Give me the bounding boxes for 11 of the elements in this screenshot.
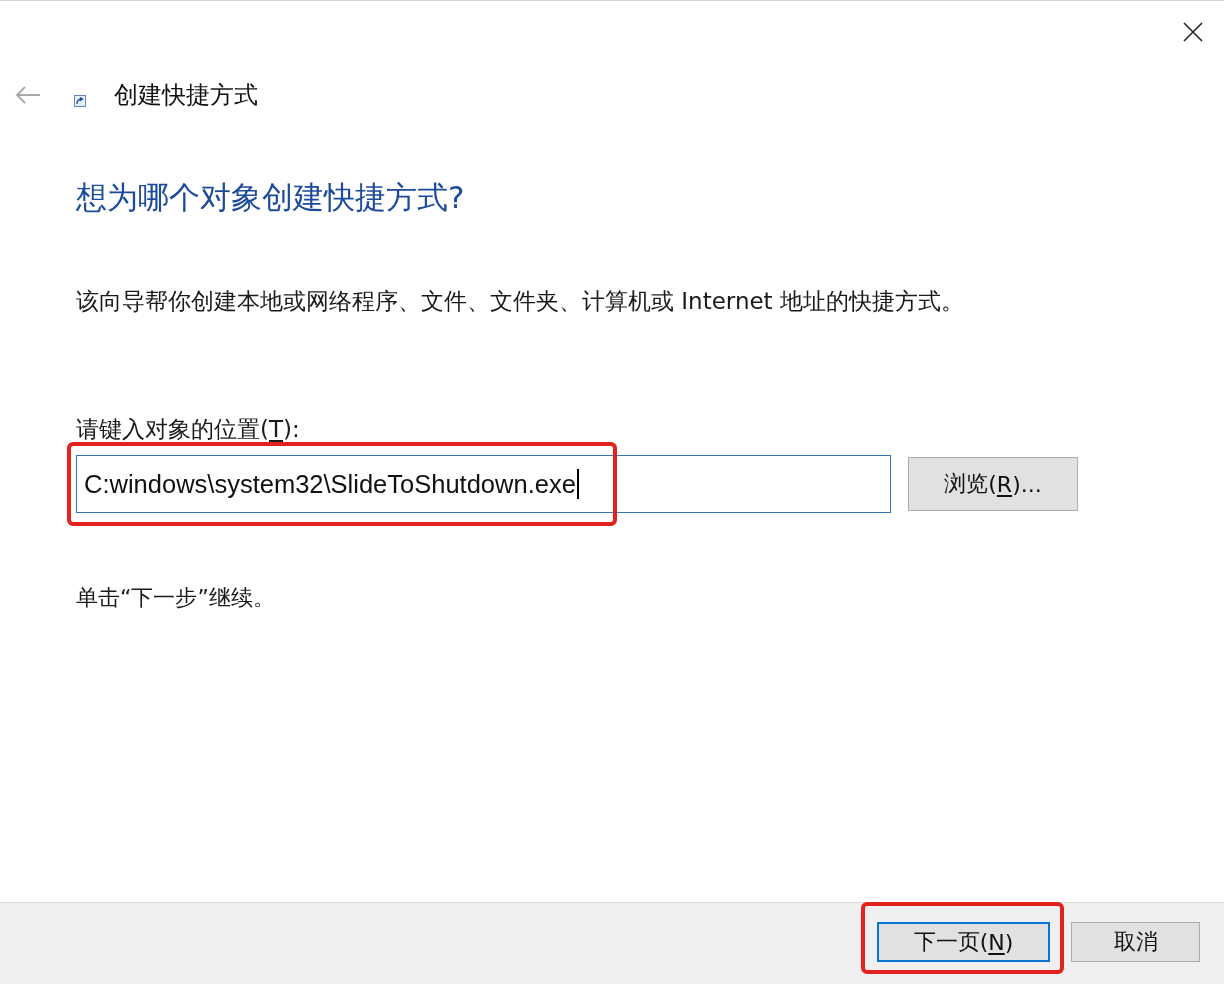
continue-hint: 单击“下一步”继续。 [76, 584, 275, 612]
window-title: 创建快捷方式 [114, 80, 258, 111]
cancel-button[interactable]: 取消 [1071, 922, 1200, 962]
location-field[interactable]: C:windows\system32\SlideToShutdown.exe [76, 455, 891, 513]
shortcut-icon [74, 95, 86, 107]
browse-button[interactable]: 浏览(R)... [908, 457, 1078, 511]
wizard-description: 该向导帮你创建本地或网络程序、文件、文件夹、计算机或 Internet 地址的快捷方式。 [76, 287, 964, 316]
close-icon[interactable] [1183, 22, 1203, 42]
next-button[interactable]: 下一页(N) [877, 922, 1050, 962]
wizard-heading: 想为哪个对象创建快捷方式? [76, 178, 465, 217]
location-label: 请键入对象的位置(T): [76, 415, 300, 444]
